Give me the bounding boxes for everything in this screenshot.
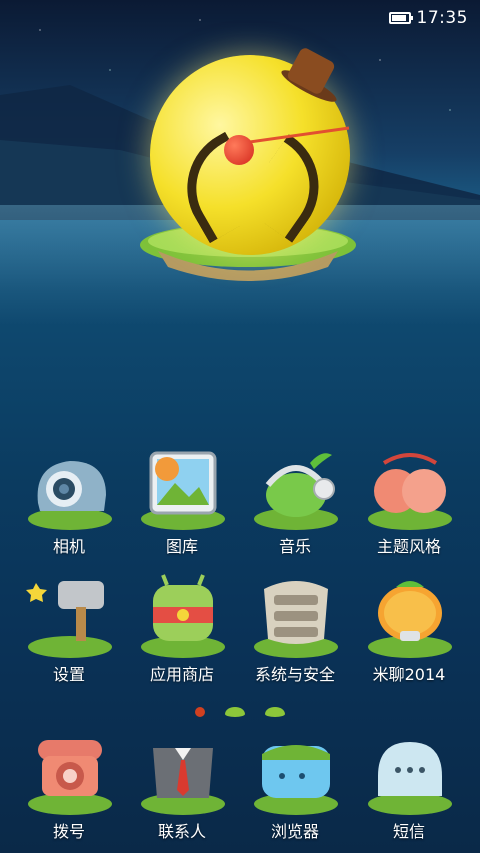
app-label: 米聊2014 xyxy=(372,665,446,684)
home-screen: 17:35 相机 图库 音乐 主题风格 设置 应用商店 系统与安全 米聊2014… xyxy=(0,0,480,853)
clock-widget[interactable] xyxy=(138,45,358,290)
page-dot-active[interactable] xyxy=(195,707,205,717)
camera-icon xyxy=(28,461,112,530)
clock-pivot xyxy=(224,135,254,165)
app-store-icon xyxy=(141,574,225,658)
app-label: 系统与安全 xyxy=(254,665,335,684)
contacts-icon xyxy=(141,748,225,815)
app-theme[interactable]: 主题风格 xyxy=(354,445,464,570)
status-bar: 17:35 xyxy=(388,6,469,30)
phone-icon xyxy=(28,740,112,815)
app-label: 相机 xyxy=(52,537,85,556)
browser-icon xyxy=(254,745,338,815)
battery-level xyxy=(391,15,406,21)
page-dot[interactable] xyxy=(225,707,245,717)
app-label: 联系人 xyxy=(157,822,206,841)
messages-icon xyxy=(368,742,452,815)
app-label: 设置 xyxy=(52,665,85,684)
app-gallery[interactable]: 图库 xyxy=(127,445,237,570)
battery-icon xyxy=(388,12,413,24)
status-time: 17:35 xyxy=(416,8,468,28)
page-dot[interactable] xyxy=(265,707,285,717)
app-settings[interactable]: 设置 xyxy=(14,573,124,698)
app-security[interactable]: 系统与安全 xyxy=(240,573,350,698)
dock-browser[interactable]: 浏览器 xyxy=(240,730,350,853)
dock-messages[interactable]: 短信 xyxy=(354,730,464,853)
app-music[interactable]: 音乐 xyxy=(240,445,350,570)
app-label: 拨号 xyxy=(52,822,85,841)
security-icon xyxy=(254,581,338,658)
app-store[interactable]: 应用商店 xyxy=(127,573,237,698)
app-label: 主题风格 xyxy=(376,537,441,556)
theme-icon xyxy=(368,453,452,530)
settings-icon xyxy=(26,581,112,658)
gallery-icon xyxy=(141,451,225,530)
app-label: 音乐 xyxy=(278,537,311,556)
miliao-icon xyxy=(368,581,452,658)
app-label: 短信 xyxy=(392,822,425,841)
music-icon xyxy=(254,453,338,530)
app-label: 图库 xyxy=(165,537,198,556)
dock-contacts[interactable]: 联系人 xyxy=(127,730,237,853)
dock-phone[interactable]: 拨号 xyxy=(14,730,124,853)
app-camera[interactable]: 相机 xyxy=(14,445,124,570)
app-label: 浏览器 xyxy=(270,822,319,841)
page-indicator[interactable] xyxy=(195,705,285,719)
app-miliao[interactable]: 米聊2014 xyxy=(354,573,464,698)
app-label: 应用商店 xyxy=(149,665,214,684)
